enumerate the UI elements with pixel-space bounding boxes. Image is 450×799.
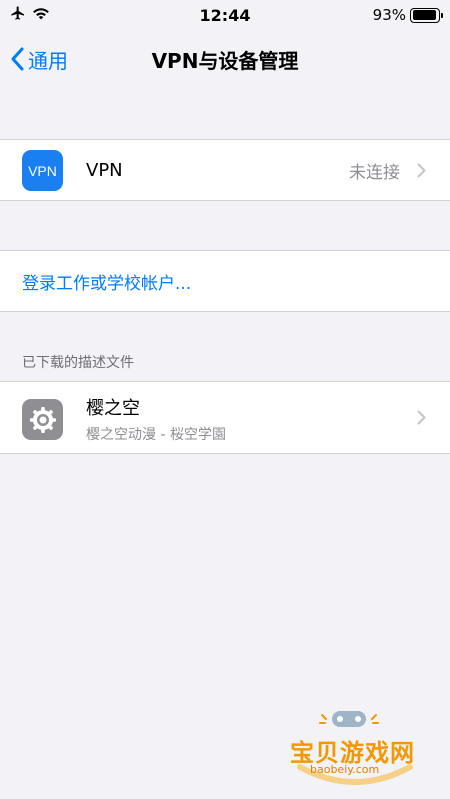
status-bar: 12:44 93% xyxy=(0,0,450,30)
vpn-group: VPN VPN 未连接 xyxy=(0,139,450,201)
profiles-group: 樱之空 樱之空动漫 - 桜空学園 xyxy=(0,381,450,454)
profiles-section-header: 已下载的描述文件 xyxy=(22,355,134,371)
chevron-right-icon xyxy=(417,140,426,200)
navigation-bar: 通用 VPN与设备管理 xyxy=(0,30,450,88)
watermark-url: baobeiy.com xyxy=(310,763,380,776)
sign-in-work-school-account-link[interactable]: 登录工作或学校帐户... xyxy=(22,251,191,311)
status-right: 93% xyxy=(372,6,443,24)
chevron-left-icon xyxy=(10,47,24,71)
vpn-icon: VPN xyxy=(22,150,63,191)
chevron-right-icon xyxy=(417,382,426,453)
battery-fill xyxy=(412,10,436,20)
back-button[interactable]: 通用 xyxy=(10,30,68,88)
watermark: 宝贝游戏网 baobeiy.com xyxy=(280,705,430,785)
account-group: 登录工作或学校帐户... xyxy=(0,250,450,312)
battery-percent: 93% xyxy=(372,6,406,24)
status-left xyxy=(10,5,50,25)
airplane-mode-icon xyxy=(10,5,26,25)
settings-gear-icon xyxy=(22,399,63,440)
battery-icon xyxy=(410,7,443,23)
vpn-row[interactable]: VPN VPN 未连接 xyxy=(0,140,450,200)
vpn-label: VPN xyxy=(86,159,123,181)
wifi-icon xyxy=(32,6,50,24)
back-button-label: 通用 xyxy=(28,48,68,73)
work-school-account-row[interactable]: 登录工作或学校帐户... xyxy=(0,251,450,311)
page-title: VPN与设备管理 xyxy=(151,48,299,73)
profile-row[interactable]: 樱之空 樱之空动漫 - 桜空学園 xyxy=(0,382,450,453)
vpn-status: 未连接 xyxy=(349,162,400,183)
profile-subtitle: 樱之空动漫 - 桜空学園 xyxy=(86,427,226,443)
profile-name: 樱之空 xyxy=(86,398,140,419)
